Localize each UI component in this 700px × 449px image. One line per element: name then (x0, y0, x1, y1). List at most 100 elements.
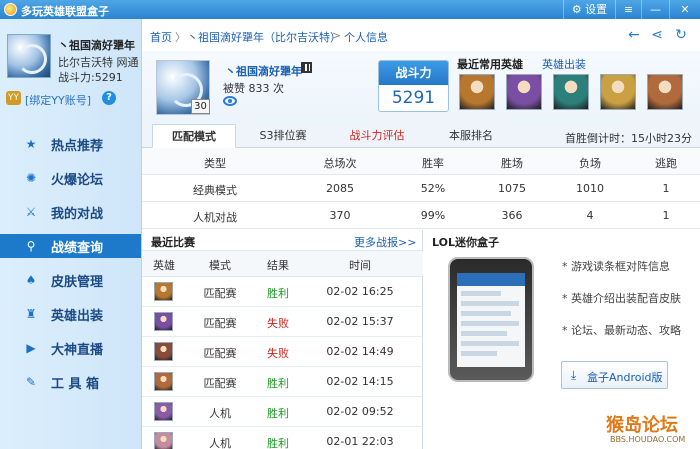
play-icon: ▶ (26, 341, 36, 355)
skin-icon: ♠ (25, 273, 37, 287)
tab-2[interactable]: 战斗力评估 (330, 124, 424, 148)
download-label: 盒子Android版 (587, 371, 663, 384)
match-time: 02-02 09:52 (326, 405, 394, 418)
phone-line (461, 351, 497, 356)
back-arrow-icon[interactable]: ← (627, 28, 641, 42)
profile-likes: 被赞 833 次 (223, 82, 284, 95)
yy-icon: YY (6, 91, 21, 105)
breadcrumb: 首页 〉 丶 祖国滴好犟年（比尔吉沃特） > 个人信息 ← ⋖ ↻ (142, 19, 700, 51)
stats-cell: 1010 (576, 182, 604, 195)
stats-header-row: 类型 总场次 胜率 胜场 负场 逃跑 (142, 148, 700, 175)
sidebar-item-1[interactable]: ✺ 火爆论坛 (0, 166, 141, 190)
sidebar-item-7[interactable]: ✎ 工 具 箱 (0, 370, 141, 394)
table-row[interactable]: 匹配赛 胜利 02-02 16:25 (142, 277, 423, 307)
match-mode: 人机 (209, 437, 231, 449)
app-title: 多玩英雄联盟盒子 (21, 5, 109, 18)
mini-box-title: LOL迷你盒子 (432, 236, 499, 249)
close-button[interactable]: ✕ (669, 0, 700, 19)
phone-line (461, 341, 519, 346)
stats-cell: 4 (586, 209, 594, 222)
stats-cell: 经典模式 (193, 184, 237, 197)
stats-cell: 2085 (326, 182, 354, 195)
profile-name[interactable]: 丶祖国滴好犟年 (225, 63, 302, 79)
match-mode: 匹配赛 (203, 377, 237, 390)
hero-portrait[interactable] (459, 74, 495, 110)
watermark-sub: BBS.HOUDAO.COM (610, 435, 686, 444)
match-mode: 匹配赛 (203, 287, 237, 300)
matches-header-cell: 结果 (267, 259, 289, 272)
sidebar-power: 战斗力:5291 (58, 71, 123, 84)
flame-icon: ✺ (25, 171, 37, 185)
sidebar-item-6[interactable]: ▶ 大神直播 (0, 336, 141, 360)
tab-3[interactable]: 本服排名 (426, 124, 516, 148)
breadcrumb-arrow: > (332, 29, 342, 42)
refresh-icon[interactable]: ↻ (674, 28, 688, 42)
hero-portrait[interactable] (647, 74, 683, 110)
matches-header-cell: 英雄 (153, 259, 175, 272)
table-row[interactable]: 匹配赛 失败 02-02 15:37 (142, 307, 423, 337)
tab-bar: 匹配模式 S3排位赛 战斗力评估 本服排名 首胜倒计时：15小时23分 (142, 124, 700, 148)
sidebar-item-5[interactable]: ♜ 英雄出装 (0, 302, 141, 326)
hero-gear-link[interactable]: 英雄出装 (542, 56, 586, 72)
menu-button[interactable]: ≡ (615, 0, 641, 19)
phone-screen (457, 273, 525, 367)
eye-icon[interactable] (223, 96, 237, 106)
hero-portrait[interactable] (553, 74, 589, 110)
qr-code-icon[interactable] (301, 62, 312, 73)
minimize-icon: — (650, 3, 661, 16)
star-icon: ★ (25, 137, 37, 151)
download-android-button[interactable]: ⤓ 盒子Android版 (561, 361, 668, 389)
match-result: 胜利 (267, 287, 289, 300)
download-icon: ⤓ (571, 368, 577, 382)
match-time: 02-02 14:15 (326, 375, 394, 388)
power-title: 战斗力 (379, 61, 448, 85)
stats-cell: 370 (329, 209, 351, 222)
match-time: 02-02 14:49 (326, 345, 394, 358)
sidebar-item-0[interactable]: ★ 热点推荐 (0, 132, 141, 156)
stats-row: 人机对战 370 99% 366 4 1 (142, 202, 700, 229)
match-mode: 匹配赛 (203, 347, 237, 360)
help-icon[interactable]: ? (102, 91, 116, 105)
stats-header-cell: 胜率 (422, 157, 444, 170)
sidebar-item-label: 战绩查询 (51, 241, 104, 256)
table-row[interactable]: 匹配赛 失败 02-02 14:49 (142, 337, 423, 367)
tab-0[interactable]: 匹配模式 (152, 124, 236, 148)
match-mode: 匹配赛 (203, 317, 237, 330)
stats-header-cell: 类型 (204, 157, 226, 170)
stats-cell: 1 (662, 209, 670, 222)
hero-thumb (154, 402, 173, 421)
share-icon[interactable]: ⋖ (650, 28, 664, 42)
settings-button[interactable]: ⚙ 设置 (563, 0, 615, 19)
breadcrumb-page: 个人信息 (344, 31, 388, 44)
avatar[interactable] (7, 34, 51, 78)
sidebar-player-name: 丶祖国滴好犟年 (58, 39, 135, 52)
tab-1[interactable]: S3排位赛 (238, 124, 328, 148)
phone-line (461, 321, 519, 326)
table-row[interactable]: 人机 胜利 02-01 22:03 (142, 427, 423, 449)
app-logo (4, 3, 17, 16)
matches-header-cell: 模式 (209, 259, 231, 272)
breadcrumb-home[interactable]: 首页 (150, 29, 172, 45)
hero-portrait[interactable] (506, 74, 542, 110)
breadcrumb-player[interactable]: 祖国滴好犟年（比尔吉沃特） (198, 29, 341, 45)
hero-portrait[interactable] (600, 74, 636, 110)
title-bar: 多玩英雄联盟盒子 ⚙ 设置 ≡ — ✕ (0, 0, 700, 19)
sidebar-item-3[interactable]: ⚲ 战绩查询 (0, 234, 141, 258)
phone-image (448, 257, 534, 382)
recent-matches-title: 最近比赛 (151, 236, 195, 249)
minimize-button[interactable]: — (641, 0, 669, 19)
table-row[interactable]: 匹配赛 胜利 02-02 14:15 (142, 367, 423, 397)
more-reports-link[interactable]: 更多战报>> (354, 234, 416, 250)
search-icon: ⚲ (26, 239, 36, 253)
power-value: 5291 (391, 88, 436, 108)
sidebar-item-2[interactable]: ⚔ 我的对战 (0, 200, 141, 224)
app-window: 多玩英雄联盟盒子 ⚙ 设置 ≡ — ✕ 丶祖国滴好犟年 比尔吉沃特 网通 战斗力… (0, 0, 700, 449)
sidebar-item-4[interactable]: ♠ 皮肤管理 (0, 268, 141, 292)
table-row[interactable]: 人机 胜利 02-02 09:52 (142, 397, 423, 427)
feature-1: * 游戏读条框对阵信息 (562, 260, 670, 273)
bind-yy-link[interactable]: [绑定YY账号] (25, 92, 91, 108)
stats-header-cell: 负场 (579, 157, 601, 170)
hero-thumb (154, 372, 173, 391)
sidebar-item-label: 工 具 箱 (51, 377, 100, 392)
recent-heroes-title: 最近常用英雄 (457, 58, 523, 71)
